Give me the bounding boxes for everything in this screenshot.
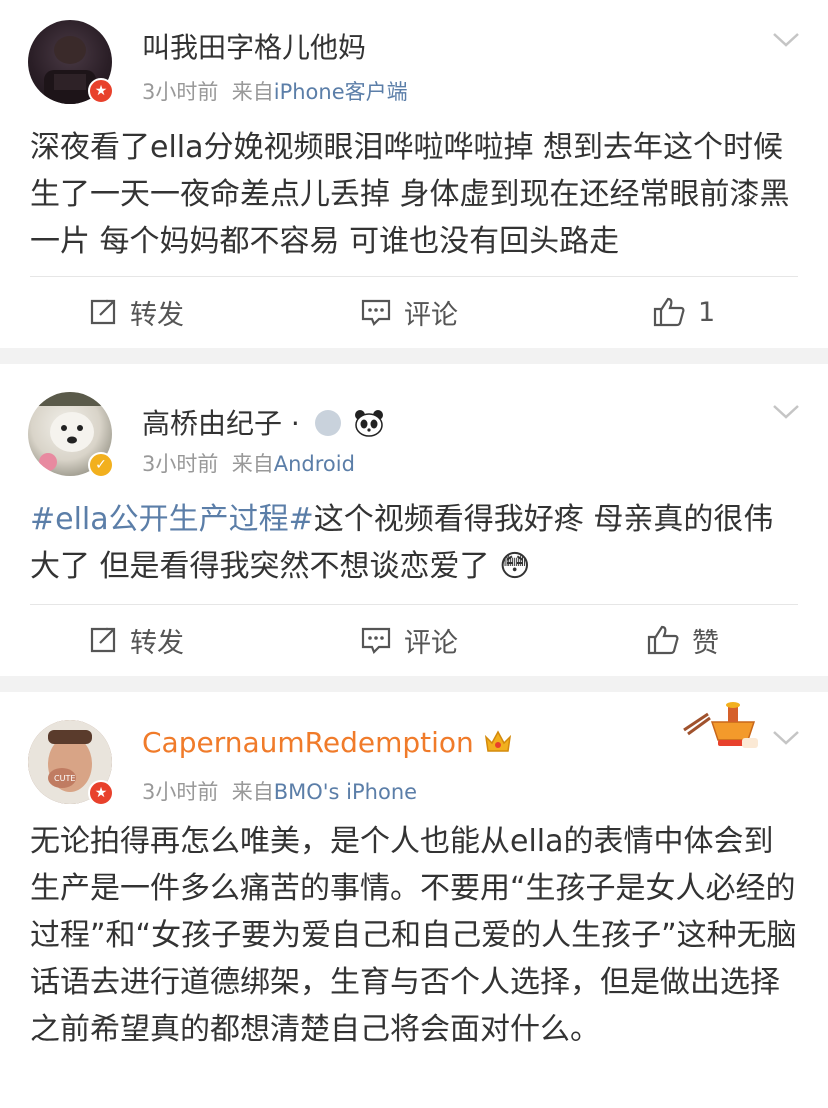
- chevron-down-icon[interactable]: [772, 730, 800, 746]
- flushed-emoji-icon: 😳: [499, 549, 531, 584]
- username[interactable]: 叫我田字格儿他妈: [142, 26, 366, 66]
- panda-icon: [354, 409, 384, 437]
- post-separator: [0, 348, 828, 364]
- like-count: 1: [698, 296, 716, 328]
- post-content: 深夜看了ella分娩视频眼泪哗啦哗啦掉 想到去年这个时候生了一天一夜命差点儿丢掉…: [30, 130, 790, 259]
- post-content: 无论拍得再怎么唯美，是个人也能从ella的表情中体会到生产是一件多么痛苦的事情。…: [30, 824, 797, 1047]
- post-meta: 3小时前 来自BMO's iPhone: [142, 776, 417, 806]
- comment-label: 评论: [404, 627, 458, 659]
- comment-label: 评论: [404, 299, 458, 331]
- chevron-down-icon[interactable]: [772, 32, 800, 48]
- post-2: ✓ 高桥由纪子 · 3小时前 来自Android #ella公开生产过程#这个视…: [0, 364, 828, 676]
- comment-icon: [361, 299, 391, 326]
- post-3: CUTE ★ CapernaumRedemption 3小时前 来自BMO's …: [0, 692, 828, 1108]
- username-text: CapernaumRedemption: [142, 726, 474, 759]
- post-source[interactable]: BMO's iPhone: [274, 780, 417, 804]
- post-source[interactable]: Android: [274, 452, 355, 476]
- post-time: 3小时前: [142, 780, 219, 804]
- like-button[interactable]: 1: [652, 282, 715, 342]
- post-meta: 3小时前 来自Android: [142, 448, 355, 478]
- username[interactable]: 高桥由纪子 ·: [142, 402, 384, 442]
- verified-badge-icon: ✓: [88, 452, 114, 478]
- divider: [30, 604, 798, 605]
- from-label: 来自: [231, 80, 274, 104]
- like-label: 赞: [692, 627, 719, 659]
- crown-icon: [483, 727, 513, 762]
- action-bar: 转发 评论 赞: [0, 610, 828, 670]
- from-label: 来自: [231, 452, 274, 476]
- comment-button[interactable]: 评论: [360, 610, 458, 670]
- like-icon: [653, 297, 685, 327]
- verified-badge-icon: ★: [88, 78, 114, 104]
- repost-button[interactable]: 转发: [88, 282, 184, 342]
- post-1: ★ 叫我田字格儿他妈 3小时前 来自iPhone客户端 深夜看了ella分娩视频…: [0, 0, 828, 348]
- post-source[interactable]: iPhone客户端: [274, 80, 408, 104]
- svg-text:CUTE: CUTE: [54, 774, 75, 783]
- post-content: #ella公开生产过程#这个视频看得我好疼 母亲真的很伟大了 但是看得我突然不想…: [30, 496, 802, 590]
- repost-label: 转发: [130, 299, 184, 331]
- repost-label: 转发: [130, 627, 184, 659]
- from-label: 来自: [231, 780, 274, 804]
- post-meta: 3小时前 来自iPhone客户端: [142, 76, 408, 106]
- post-separator: [0, 676, 828, 692]
- repost-icon: [90, 299, 116, 325]
- username-text: 高桥由纪子 ·: [142, 407, 300, 440]
- action-bar: 转发 评论 1: [0, 282, 828, 342]
- username[interactable]: CapernaumRedemption: [142, 726, 513, 762]
- hotpot-decoration-icon: [682, 700, 762, 756]
- post-time: 3小时前: [142, 80, 219, 104]
- medal-icon: [314, 410, 341, 436]
- comment-icon: [361, 627, 391, 654]
- repost-icon: [90, 627, 116, 653]
- comment-button[interactable]: 评论: [360, 282, 458, 342]
- like-button[interactable]: 赞: [646, 610, 719, 670]
- like-icon: [647, 625, 679, 655]
- post-time: 3小时前: [142, 452, 219, 476]
- hashtag-link[interactable]: #ella公开生产过程#: [30, 502, 314, 537]
- divider: [30, 276, 798, 277]
- repost-button[interactable]: 转发: [88, 610, 184, 670]
- verified-badge-icon: ★: [88, 780, 114, 806]
- chevron-down-icon[interactable]: [772, 404, 800, 420]
